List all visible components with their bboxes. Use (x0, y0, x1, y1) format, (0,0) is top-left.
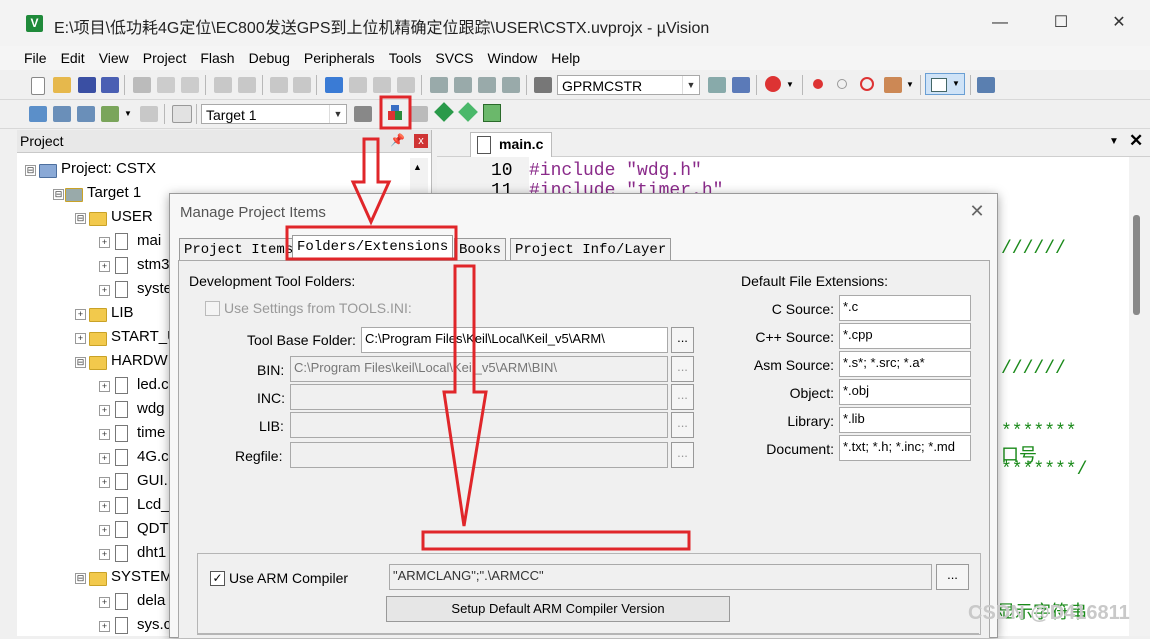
annotation-arrow-down (350, 137, 392, 226)
annotation-overlay (285, 95, 691, 551)
annotation-arrow-down-long (442, 264, 488, 527)
annotation-box-setup-button (421, 530, 691, 551)
csdn-watermark: CSDN @D416811 (968, 602, 1130, 624)
annotation-box-folders-tab (285, 225, 458, 261)
annotation-box-toolbar-button (379, 95, 412, 130)
